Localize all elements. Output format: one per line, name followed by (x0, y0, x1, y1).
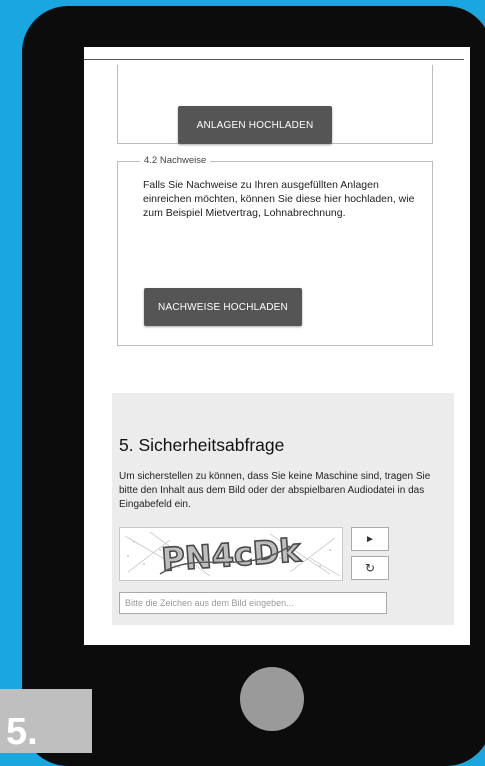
captcha-reload-button[interactable]: ↻ (351, 556, 389, 580)
security-section: 5. Sicherheitsabfrage Um sicherstellen z… (112, 393, 454, 625)
captcha-image: PN4cDk (119, 527, 343, 581)
home-button[interactable] (240, 667, 304, 731)
step-badge: 5. (0, 689, 92, 753)
play-icon: ► (365, 533, 375, 545)
upload-anlagen-button[interactable]: ANLAGEN HOCHLADEN (178, 106, 332, 144)
security-description: Um sicherstellen zu können, dass Sie kei… (119, 471, 431, 510)
upload-nachweise-button[interactable]: NACHWEISE HOCHLADEN (144, 288, 302, 326)
nachweise-description: Falls Sie Nachweise zu Ihren ausgefüllte… (143, 179, 415, 219)
reload-icon: ↻ (364, 561, 376, 575)
captcha-input[interactable] (119, 592, 387, 614)
captcha-text: PN4cDk (160, 531, 302, 579)
fieldset-nachweise: 4.2 Nachweise Falls Sie Nachweise zu Ihr… (117, 155, 433, 346)
fieldset-anlagen: ANLAGEN HOCHLADEN (117, 65, 433, 144)
step-badge-label: 5. (6, 711, 38, 753)
phone-frame: ANLAGEN HOCHLADEN 4.2 Nachweise Falls Si… (22, 6, 485, 766)
captcha-audio-button[interactable]: ► (351, 527, 389, 551)
phone-screen: ANLAGEN HOCHLADEN 4.2 Nachweise Falls Si… (84, 47, 470, 645)
fieldset-legend: 4.2 Nachweise (140, 155, 211, 166)
screen-top-divider (84, 59, 464, 60)
security-title: 5. Sicherheitsabfrage (119, 435, 285, 455)
